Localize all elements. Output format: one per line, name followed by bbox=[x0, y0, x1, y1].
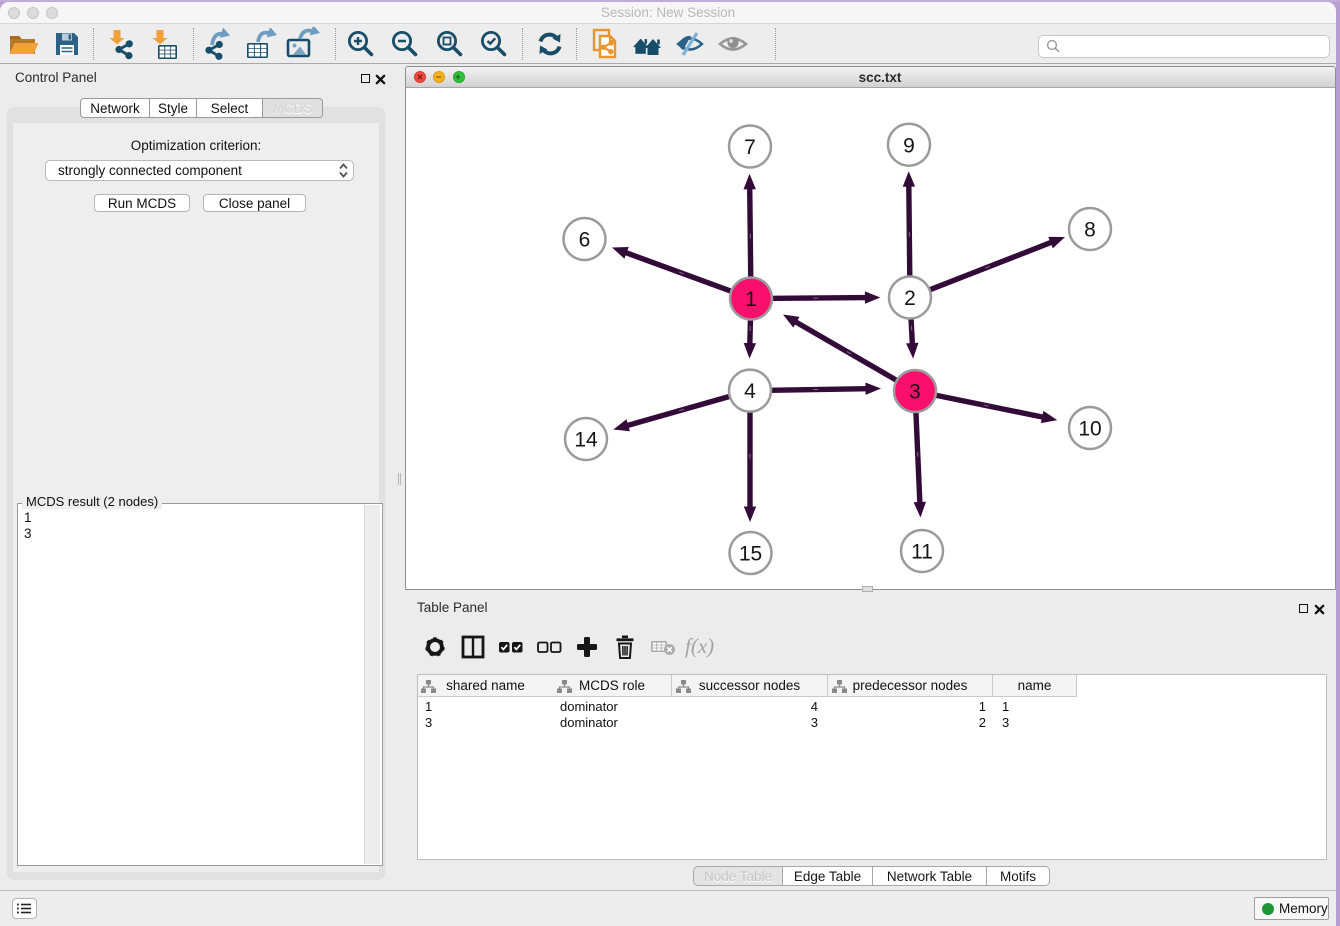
svg-text:10: 10 bbox=[1078, 418, 1101, 441]
svg-text:15: 15 bbox=[739, 543, 762, 566]
svg-text:7: 7 bbox=[744, 136, 756, 159]
svg-text:4: 4 bbox=[744, 380, 756, 403]
svg-text:2: 2 bbox=[904, 287, 916, 310]
svg-text:6: 6 bbox=[579, 229, 591, 252]
svg-text:14: 14 bbox=[574, 429, 598, 452]
svg-text:9: 9 bbox=[903, 134, 915, 157]
svg-text:3: 3 bbox=[909, 381, 921, 404]
svg-text:11: 11 bbox=[911, 541, 933, 564]
svg-text:8: 8 bbox=[1084, 219, 1096, 242]
svg-text:1: 1 bbox=[745, 288, 757, 311]
